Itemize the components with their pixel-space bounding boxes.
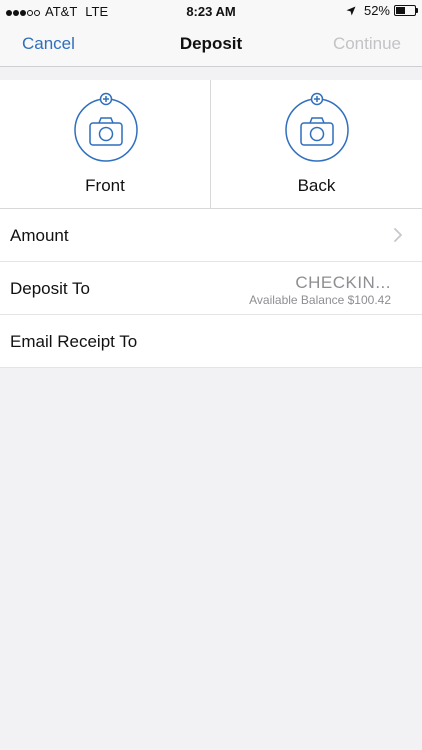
back-label: Back: [297, 176, 336, 195]
chevron-right-icon: [394, 228, 402, 242]
deposit-to-row[interactable]: Deposit To CHECKIN... Available Balance …: [0, 262, 422, 315]
navigation-bar: Cancel Deposit Continue: [0, 22, 422, 67]
available-balance: Available Balance $100.42: [249, 293, 391, 307]
deposit-account-name: CHECKIN...: [295, 273, 391, 292]
deposit-form: Amount Deposit To CHECKIN... Available B…: [0, 209, 422, 368]
email-receipt-label: Email Receipt To: [10, 332, 138, 351]
cancel-button[interactable]: Cancel: [22, 34, 75, 54]
battery-fill: [396, 7, 406, 14]
check-capture-row: Front Back: [0, 80, 422, 209]
front-label: Front: [85, 176, 125, 195]
battery-icon: [394, 5, 418, 16]
email-receipt-row[interactable]: Email Receipt To: [0, 315, 422, 368]
add-back-photo-camera-icon: [285, 92, 349, 162]
amount-label: Amount: [10, 226, 69, 245]
continue-button[interactable]: Continue: [333, 34, 401, 54]
deposit-to-label: Deposit To: [10, 279, 91, 298]
status-bar: AT&T LTE 8:23 AM 52%: [0, 0, 422, 22]
battery-percent: 52%: [363, 3, 390, 18]
capture-back-tile[interactable]: Back: [211, 80, 422, 208]
location-arrow-icon: [346, 6, 356, 15]
add-front-photo-camera-icon: [74, 92, 138, 162]
amount-row[interactable]: Amount: [0, 209, 422, 262]
status-right: 52%: [346, 3, 418, 18]
capture-front-tile[interactable]: Front: [0, 80, 211, 208]
battery-cap: [416, 8, 418, 13]
